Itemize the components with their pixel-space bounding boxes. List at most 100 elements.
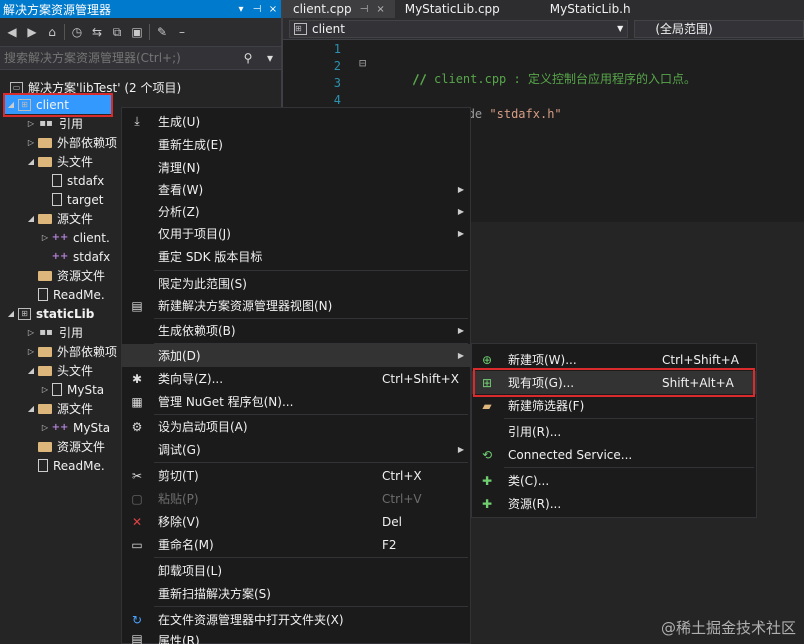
- new-view-icon: ▤: [131, 298, 143, 313]
- tree-folder-headers[interactable]: ◢ 头文件: [24, 361, 93, 380]
- menu-item-analyze[interactable]: 分析(Z) ▶: [122, 200, 470, 223]
- tree-folder-resources[interactable]: 资源文件: [38, 266, 105, 285]
- menu-item-debug[interactable]: 调试(G) ▶: [122, 438, 470, 461]
- collapsed-arrow-icon[interactable]: ▷: [38, 423, 52, 432]
- expanded-arrow-icon[interactable]: ◢: [24, 366, 38, 375]
- tree-item-label: stdafx: [67, 173, 105, 188]
- menu-item-scope-to-this[interactable]: 限定为此范围(S): [122, 272, 470, 295]
- menu-item-clean[interactable]: 清理(N): [122, 156, 470, 179]
- collapsed-arrow-icon[interactable]: ▷: [24, 328, 38, 337]
- tree-folder-sources[interactable]: ◢ 源文件: [24, 209, 93, 228]
- menu-item-class-wizard[interactable]: ✱ 类向导(Z)... Ctrl+Shift+X: [122, 367, 470, 390]
- tree-file[interactable]: stdafx: [52, 171, 104, 190]
- scope-dropdown[interactable]: (全局范围): [634, 19, 804, 38]
- submenu-item-connected-service[interactable]: ⟲ Connected Service...: [472, 443, 756, 466]
- chevron-down-icon[interactable]: ▾: [259, 51, 281, 65]
- menu-item-label: 资源(R)...: [508, 497, 562, 511]
- expanded-arrow-icon[interactable]: ◢: [4, 309, 18, 318]
- menu-item-shortcut: Ctrl+X: [382, 468, 422, 483]
- menu-item-unload-project[interactable]: 卸载项目(L): [122, 559, 470, 582]
- pin-icon[interactable]: ⊣: [249, 4, 265, 15]
- menu-item-rebuild[interactable]: 重新生成(E): [122, 133, 470, 156]
- close-icon[interactable]: ×: [265, 4, 281, 15]
- close-icon[interactable]: ×: [376, 4, 384, 15]
- tree-folder-sources[interactable]: ◢ 源文件: [24, 399, 93, 418]
- menu-item-properties[interactable]: ▤ 属性(R): [122, 632, 470, 644]
- tree-file[interactable]: ▷ ++ client.: [38, 228, 110, 247]
- search-icon[interactable]: ⚲: [237, 51, 259, 65]
- menu-item-set-startup[interactable]: ⚙ 设为启动项目(A): [122, 415, 470, 438]
- project-dropdown[interactable]: ⊞ client ▼: [289, 19, 629, 38]
- solution-search-input[interactable]: [4, 51, 237, 65]
- forward-icon[interactable]: ▶: [24, 25, 40, 39]
- collapsed-arrow-icon[interactable]: ▷: [24, 119, 38, 128]
- menu-item-remove[interactable]: ✕ 移除(V) Del: [122, 510, 470, 533]
- submenu-item-class[interactable]: ✚ 类(C)...: [472, 469, 756, 492]
- tree-item-label: client.: [73, 230, 110, 245]
- submenu-item-resource[interactable]: ✚ 资源(R)...: [472, 492, 756, 515]
- menu-item-view[interactable]: 查看(W) ▶: [122, 178, 470, 201]
- tree-item-label: target: [67, 192, 104, 207]
- collapse-all-icon[interactable]: ⧉: [109, 25, 125, 40]
- collapse-icon[interactable]: ⊟: [359, 56, 366, 70]
- tree-file[interactable]: ReadMe.: [38, 456, 105, 475]
- tree-file[interactable]: ReadMe.: [38, 285, 105, 304]
- tree-item-label: 头文件: [57, 155, 94, 169]
- tree-item-references[interactable]: ▷ ▪▪ 引用: [24, 323, 83, 342]
- rename-icon: ▭: [131, 537, 143, 552]
- expanded-arrow-icon[interactable]: ◢: [24, 214, 38, 223]
- folder-icon: [38, 270, 52, 281]
- folder-icon: [38, 156, 52, 167]
- submenu-item-reference[interactable]: 引用(R)...: [472, 420, 756, 443]
- menu-item-shortcut: Ctrl+Shift+X: [382, 371, 459, 386]
- menu-item-build-dependencies[interactable]: 生成依赖项(B) ▶: [122, 319, 470, 342]
- wrench-icon[interactable]: ✎: [154, 25, 170, 39]
- tab-label: client.cpp: [293, 2, 352, 16]
- tree-file[interactable]: target: [52, 190, 104, 209]
- menu-item-retarget-sdk[interactable]: 重定 SDK 版本目标: [122, 245, 470, 268]
- menu-item-open-in-explorer[interactable]: ↻ 在文件资源管理器中打开文件夹(X): [122, 608, 470, 631]
- menu-item-rescan-solution[interactable]: 重新扫描解决方案(S): [122, 582, 470, 605]
- menu-item-new-view[interactable]: ▤ 新建解决方案资源管理器视图(N): [122, 294, 470, 317]
- menu-item-build[interactable]: ⤓ 生成(U): [122, 110, 470, 133]
- tree-folder-headers[interactable]: ◢ 头文件: [24, 152, 93, 171]
- collapsed-arrow-icon[interactable]: ▷: [24, 138, 38, 147]
- show-all-files-icon[interactable]: ▣: [129, 25, 145, 39]
- menu-item-nuget[interactable]: ▦ 管理 NuGet 程序包(N)...: [122, 390, 470, 413]
- menu-item-paste[interactable]: ▢ 粘贴(P) Ctrl+V: [122, 487, 470, 510]
- menu-item-label: 限定为此范围(S): [158, 277, 247, 291]
- tree-folder-resources[interactable]: 资源文件: [38, 437, 105, 456]
- tab-mystaticlib-cpp[interactable]: MyStaticLib.cpp: [395, 0, 510, 18]
- more-options-icon[interactable]: –: [174, 25, 190, 39]
- sync-icon[interactable]: ⇆: [89, 25, 105, 39]
- tab-mystaticlib-h[interactable]: MyStaticLib.h: [540, 0, 641, 18]
- references-icon: ▪▪: [39, 118, 53, 129]
- tree-item-label: 资源文件: [57, 269, 106, 283]
- menu-item-add[interactable]: 添加(D) ▶: [122, 344, 470, 367]
- back-icon[interactable]: ◀: [4, 25, 20, 39]
- menu-item-label: 查看(W): [158, 183, 204, 197]
- collapsed-arrow-icon[interactable]: ▷: [38, 233, 52, 242]
- tree-file[interactable]: ▷ ++ MySta: [38, 418, 110, 437]
- submenu-item-new-filter[interactable]: ▰ 新建筛选器(F): [472, 394, 756, 417]
- menu-item-shortcut: Ctrl+Shift+A: [662, 352, 739, 367]
- expanded-arrow-icon[interactable]: ◢: [24, 157, 38, 166]
- collapsed-arrow-icon[interactable]: ▷: [24, 347, 38, 356]
- menu-item-cut[interactable]: ✂ 剪切(T) Ctrl+X: [122, 464, 470, 487]
- tree-file[interactable]: ▷ MySta: [38, 380, 104, 399]
- resource-icon: ✚: [481, 496, 493, 511]
- menu-item-label: Connected Service...: [508, 447, 633, 462]
- menu-item-project-only[interactable]: 仅用于项目(J) ▶: [122, 222, 470, 245]
- expanded-arrow-icon[interactable]: ◢: [24, 404, 38, 413]
- tree-project-staticlib[interactable]: ◢ ⊞ staticLib: [4, 304, 94, 323]
- pin-icon[interactable]: ⊣: [360, 4, 369, 15]
- tree-file[interactable]: ++ stdafx: [52, 247, 111, 266]
- tree-item-external-deps[interactable]: ▷ 外部依赖项: [24, 342, 117, 361]
- tree-item-external-deps[interactable]: ▷ 外部依赖项: [24, 133, 117, 152]
- tab-client-cpp[interactable]: client.cpp ⊣ ×: [283, 0, 395, 18]
- history-icon[interactable]: ◷: [69, 25, 85, 39]
- dropdown-icon[interactable]: ▾: [233, 4, 249, 15]
- menu-item-rename[interactable]: ▭ 重命名(M) F2: [122, 533, 470, 556]
- collapsed-arrow-icon[interactable]: ▷: [38, 385, 52, 394]
- home-icon[interactable]: ⌂: [44, 25, 60, 39]
